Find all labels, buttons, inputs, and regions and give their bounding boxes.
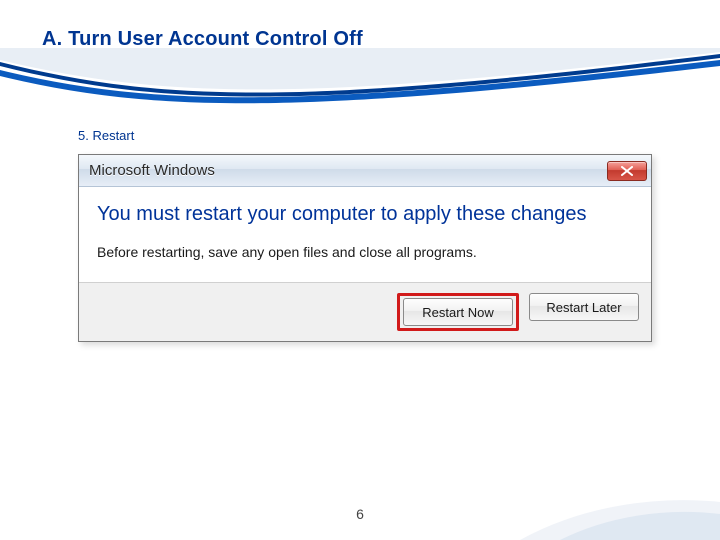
dialog-body: You must restart your computer to apply … <box>79 187 651 282</box>
header-swoosh-decoration <box>0 48 720 128</box>
dialog-main-message: You must restart your computer to apply … <box>97 201 633 228</box>
close-button[interactable] <box>607 161 647 181</box>
restart-later-button[interactable]: Restart Later <box>529 293 639 321</box>
restart-now-highlight: Restart Now <box>397 293 519 331</box>
step-label: 5. Restart <box>78 128 134 143</box>
restart-dialog: Microsoft Windows You must restart your … <box>78 154 652 342</box>
page-number: 6 <box>0 506 720 522</box>
dialog-titlebar: Microsoft Windows <box>79 155 651 187</box>
restart-now-button[interactable]: Restart Now <box>403 298 513 326</box>
dialog-title: Microsoft Windows <box>89 162 607 179</box>
dialog-button-bar: Restart Now Restart Later <box>79 282 651 341</box>
close-icon <box>621 166 633 176</box>
dialog-sub-message: Before restarting, save any open files a… <box>97 244 633 260</box>
page-title: A. Turn User Account Control Off <box>42 28 363 51</box>
